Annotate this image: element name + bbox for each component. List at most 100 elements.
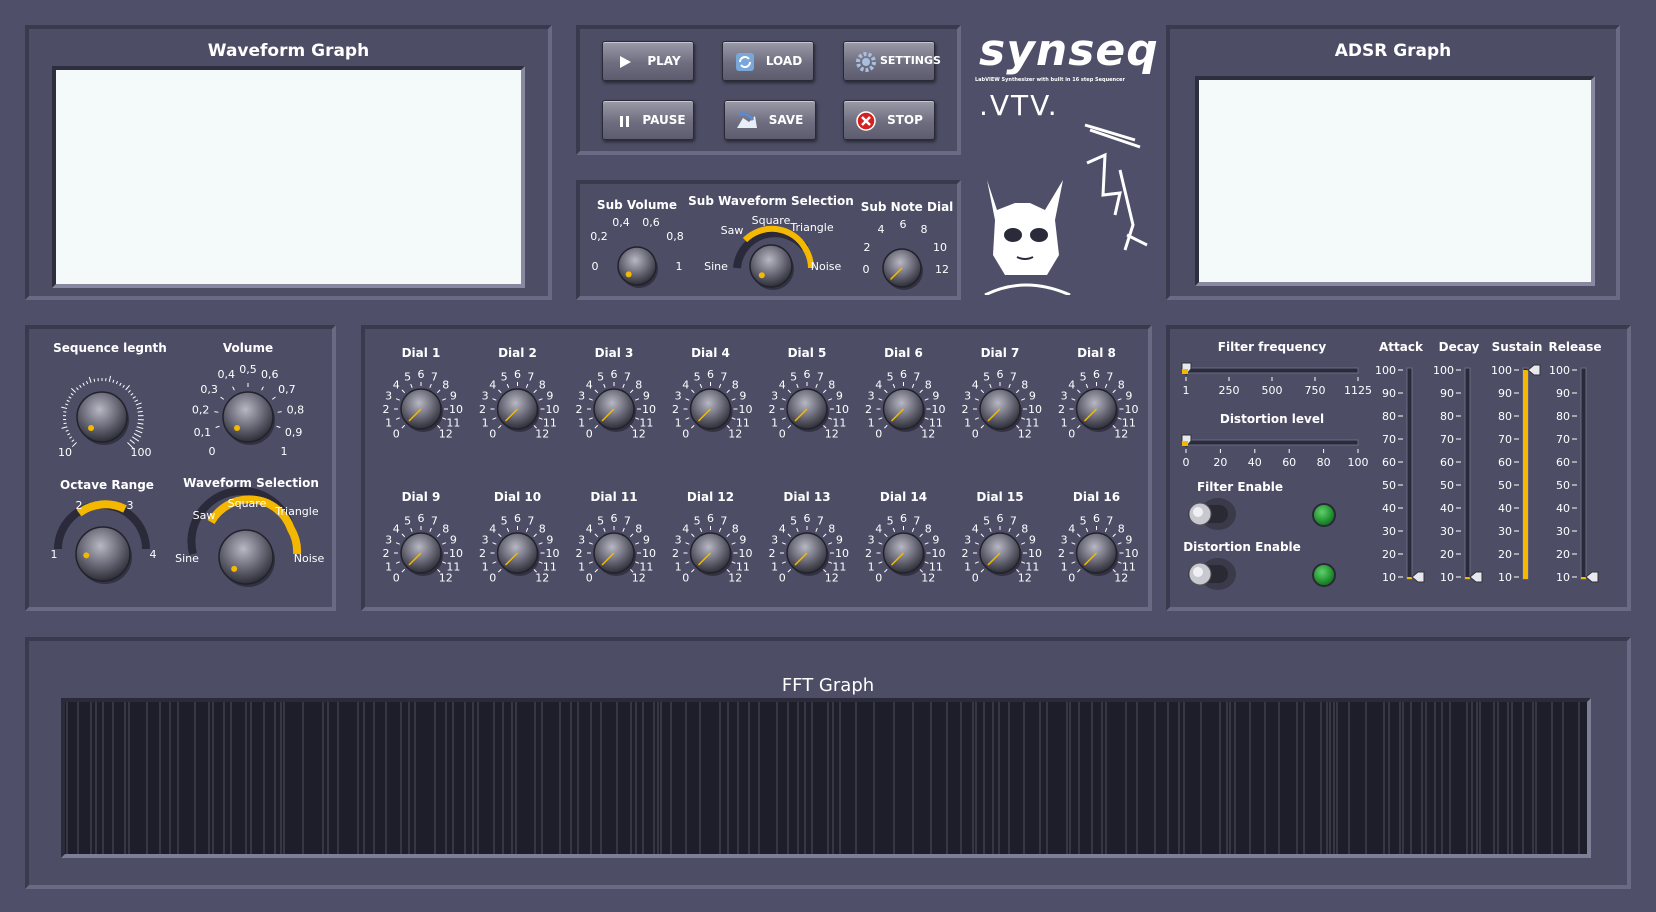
adsr-slider-label: Sustain — [1492, 340, 1543, 354]
step-dial-tick-label: 2 — [576, 403, 583, 416]
distortion-level-track[interactable] — [1185, 439, 1359, 446]
adsr-track[interactable] — [1580, 367, 1587, 580]
adsr-tick-label: 50 — [1498, 479, 1512, 492]
step-dial-knob-10[interactable] — [496, 532, 540, 576]
step-dial-8: Dial 8012345 6 789101112 — [1058, 346, 1139, 441]
step-dial-tick-label: 4 — [1068, 522, 1075, 535]
pause-button[interactable]: PAUSE — [602, 100, 694, 140]
step-dial-tick-label: 2 — [962, 547, 969, 560]
step-dial-tick-label: 3 — [1061, 390, 1068, 403]
sub-waveform-option-saw: Saw — [721, 224, 744, 237]
filter-enable-led — [1312, 503, 1336, 527]
volume-tick-mark — [232, 386, 235, 391]
step-dial-tick — [815, 383, 818, 388]
step-dial-tick — [980, 424, 985, 429]
volume-tick-label: 0,2 — [192, 403, 210, 416]
step-dial-knob-1[interactable] — [400, 388, 443, 432]
sub-note-tick-2: 2 — [864, 241, 871, 254]
sequence-length-knob[interactable] — [76, 391, 129, 445]
step-dial-tick — [892, 527, 896, 532]
step-dial-tick — [924, 542, 929, 545]
stop-button[interactable]: STOP — [843, 100, 935, 140]
distortion-enable-toggle[interactable] — [1180, 557, 1240, 591]
adsr-thumb[interactable] — [1411, 571, 1425, 583]
step-dial-tick — [787, 533, 792, 538]
step-dial-tick — [1071, 542, 1076, 545]
step-dial-tick-label: 7 — [624, 515, 631, 528]
step-dial-tick-label: 2 — [383, 547, 390, 560]
step-dial-tick-label: 1 — [482, 416, 489, 429]
step-dial-tick-label: 9 — [836, 390, 843, 403]
step-dial-tick-label: 8 — [442, 522, 449, 535]
step-dial-knob-11[interactable] — [593, 532, 636, 576]
step-dial-tick — [796, 383, 799, 388]
step-dial-knob-14[interactable] — [882, 532, 926, 576]
sub-note-knob[interactable] — [882, 248, 923, 290]
step-dial-knob-7[interactable] — [979, 388, 1022, 432]
step-dial-tick-label: 10 — [1125, 547, 1139, 560]
step-dial-tick-label: 10 — [642, 547, 656, 560]
step-dial-tick-label: 2 — [1058, 403, 1065, 416]
waveform-selection-knob[interactable] — [218, 529, 275, 587]
settings-button[interactable]: SETTINGS — [843, 41, 941, 81]
scale-tick — [127, 390, 131, 393]
step-dial-knob-16[interactable] — [1075, 532, 1119, 576]
step-dial-tick-label: 10 — [739, 547, 753, 560]
adsr-track[interactable] — [1406, 367, 1413, 580]
sub-waveform-knob[interactable] — [749, 244, 794, 290]
step-dial-tick — [635, 398, 640, 401]
adsr-fill — [1581, 577, 1586, 579]
scale-tick — [115, 381, 118, 385]
adsr-thumb[interactable] — [1527, 364, 1541, 376]
step-dial-tick-label: 2 — [865, 403, 872, 416]
step-dial-tick — [691, 424, 695, 429]
scale-tick — [136, 406, 142, 409]
step-dial-knob-3[interactable] — [593, 388, 636, 432]
step-dial-tick-label: 12 — [439, 428, 453, 441]
step-dial-knob-8[interactable] — [1075, 388, 1119, 432]
filter-frequency-track[interactable] — [1185, 367, 1359, 374]
distortion-enable-label: Distortion Enable — [1183, 540, 1301, 554]
step-dial-tick-label: 6 — [804, 368, 811, 381]
volume-tick-label: 0,4 — [217, 368, 235, 381]
step-dial-knob-13[interactable] — [786, 532, 829, 576]
step-dial-tick — [892, 383, 896, 388]
step-dial-tick — [594, 424, 599, 429]
scale-tick — [136, 426, 144, 430]
step-dial-tick — [622, 527, 625, 532]
step-dial-tick-label: 12 — [632, 428, 646, 441]
step-dial-knob-2[interactable] — [496, 388, 540, 432]
step-dial-knob-6[interactable] — [882, 388, 926, 432]
adsr-tick-label: 10 — [1382, 571, 1396, 584]
step-dial-tick-label: 1 — [771, 416, 778, 429]
step-dial-tick-label: 7 — [913, 371, 920, 384]
slider-tick-label: 80 — [1317, 456, 1331, 469]
step-dial-tick — [533, 389, 537, 394]
load-button[interactable]: LOAD — [722, 41, 814, 81]
step-dial-tick-label: 10 — [932, 403, 946, 416]
step-dial-tick — [974, 398, 979, 401]
step-dial-tick-label: 9 — [546, 390, 553, 403]
step-dial-tick-label: 3 — [578, 534, 585, 547]
volume-tick-mark — [261, 386, 264, 391]
adsr-thumb[interactable] — [1469, 571, 1483, 583]
adsr-thumb[interactable] — [1585, 571, 1599, 583]
step-dial-knob-15[interactable] — [979, 532, 1022, 576]
save-button[interactable]: SAVE — [724, 100, 816, 140]
step-dial-knob-12[interactable] — [689, 532, 733, 576]
step-dial-knob-9[interactable] — [400, 532, 443, 576]
volume-knob[interactable] — [222, 391, 275, 445]
main-controls-svg: Sequence legnth 10 100 Volume 0,10,20,30… — [51, 341, 324, 587]
step-dial-tick-label: 8 — [732, 522, 739, 535]
step-dial-tick-label: 7 — [913, 515, 920, 528]
filter-enable-toggle[interactable] — [1180, 497, 1240, 531]
step-dial-16: Dial 16012345 6 789101112 — [1058, 490, 1139, 585]
step-dial-knob-5[interactable] — [786, 388, 829, 432]
play-button[interactable]: PLAY — [602, 41, 694, 81]
octave-range-knob[interactable] — [75, 526, 132, 584]
step-dial-knob-4[interactable] — [689, 388, 733, 432]
adsr-track[interactable] — [1464, 367, 1471, 580]
sub-volume-knob[interactable] — [617, 246, 658, 288]
adsr-tick-label: 90 — [1382, 387, 1396, 400]
step-dial-tick-label: 3 — [868, 534, 875, 547]
